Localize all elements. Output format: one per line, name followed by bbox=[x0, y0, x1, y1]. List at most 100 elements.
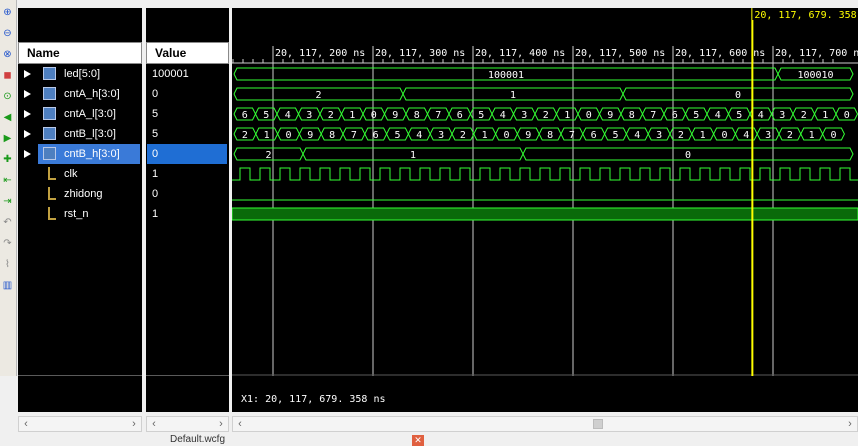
scroll-right-icon[interactable]: › bbox=[127, 417, 141, 431]
previous-marker-icon[interactable]: ⇤ bbox=[1, 174, 14, 187]
bus-signal-icon bbox=[43, 67, 56, 80]
bus-value-label: 1 bbox=[482, 130, 488, 141]
bus-value-label: 3 bbox=[765, 130, 771, 141]
name-panel-divider bbox=[18, 375, 142, 376]
next-edge-icon[interactable]: ▶ bbox=[1, 132, 14, 145]
zoom-full-icon[interactable]: ◼ bbox=[1, 69, 14, 82]
signal-value: 5 bbox=[152, 108, 159, 120]
bus-value-label: 4 bbox=[715, 110, 721, 121]
waveform-view[interactable]: 20, 117, 200 ns 20, 117, 300 ns 20, 117, 4… bbox=[231, 8, 858, 412]
signal-row[interactable]: cntB_l[3:0] bbox=[18, 124, 142, 144]
bit-signal-icon bbox=[48, 207, 56, 220]
signal-name: zhidong bbox=[64, 188, 103, 200]
value-row[interactable]: 0 bbox=[146, 144, 229, 164]
cursor-readout: X1: 20, 117, 679. 358 ns bbox=[241, 394, 386, 405]
bus-value-label: 2 bbox=[787, 130, 793, 141]
tick-label: 20, 117, 500 ns bbox=[575, 48, 665, 59]
go-to-cursor-icon[interactable]: ⊙ bbox=[1, 90, 14, 103]
waveform-canvas[interactable]: 20, 117, 200 ns 20, 117, 300 ns 20, 117, 4… bbox=[231, 8, 858, 412]
bus-value-label: 5 bbox=[263, 110, 269, 121]
bus-value-label: 4 bbox=[743, 130, 749, 141]
scroll-right-icon[interactable]: › bbox=[843, 417, 857, 431]
bus-value-label: 7 bbox=[351, 130, 357, 141]
swap-cursors-icon[interactable]: ↶ bbox=[1, 216, 14, 229]
previous-edge-icon[interactable]: ◀ bbox=[1, 111, 14, 124]
bus-value-label: 5 bbox=[736, 110, 742, 121]
waveform-scrollbar[interactable]: ‹ › bbox=[232, 416, 858, 432]
signal-value: 0 bbox=[152, 188, 159, 200]
expand-arrow-icon[interactable] bbox=[24, 150, 31, 158]
scroll-left-icon[interactable]: ‹ bbox=[19, 417, 33, 431]
signal-value: 5 bbox=[152, 128, 159, 140]
bus-value-label: 6 bbox=[242, 110, 248, 121]
expand-arrow-icon[interactable] bbox=[24, 130, 31, 138]
tick-label: 20, 117, 400 ns bbox=[475, 48, 565, 59]
bus-value-label: 9 bbox=[307, 130, 313, 141]
add-marker-icon[interactable]: ✚ bbox=[1, 153, 14, 166]
bus-value-label: 8 bbox=[414, 110, 420, 121]
bus-value-label: 1 bbox=[700, 130, 706, 141]
value-panel-scrollbar[interactable]: ‹ › bbox=[146, 416, 229, 432]
signal-row[interactable]: led[5:0] bbox=[18, 64, 142, 84]
bus-value-label: 2 bbox=[265, 150, 271, 161]
bus-value-label: 0 bbox=[844, 110, 850, 121]
value-row[interactable]: 0 bbox=[146, 184, 229, 204]
expand-arrow-icon[interactable] bbox=[24, 70, 31, 78]
next-marker-icon[interactable]: ⇥ bbox=[1, 195, 14, 208]
signal-row[interactable]: cntA_l[3:0] bbox=[18, 104, 142, 124]
bus-value-label: 6 bbox=[591, 130, 597, 141]
bus-value-label: 0 bbox=[721, 130, 727, 141]
bus-value-label: 6 bbox=[672, 110, 678, 121]
name-panel-scrollbar[interactable]: ‹ › bbox=[18, 416, 142, 432]
bus-value-label: 0 bbox=[735, 90, 741, 101]
signal-name-panel: Name led[5:0] cntA_h[3:0] cntA_l[3:0] cntB_… bbox=[18, 8, 142, 412]
scroll-right-icon[interactable]: › bbox=[214, 417, 228, 431]
expand-arrow-icon[interactable] bbox=[24, 90, 31, 98]
bus-value-label: 2 bbox=[328, 110, 334, 121]
signal-name: led[5:0] bbox=[64, 68, 101, 80]
expand-arrow-icon[interactable] bbox=[24, 110, 31, 118]
close-icon[interactable]: ✕ bbox=[412, 435, 424, 446]
value-row[interactable]: 5 bbox=[146, 104, 229, 124]
bus-value-label: 0 bbox=[503, 130, 509, 141]
tick-label: 20, 117, 200 ns bbox=[275, 48, 365, 59]
bus-value-label: 4 bbox=[416, 130, 422, 141]
tick-label: 20, 117, 300 ns bbox=[375, 48, 465, 59]
group-icon[interactable]: ▥ bbox=[1, 279, 14, 292]
wcfg-tab-label[interactable]: Default.wcfg bbox=[170, 434, 225, 445]
signal-row[interactable]: cntB_h[3:0] bbox=[18, 144, 142, 164]
bus-value-label: 7 bbox=[569, 130, 575, 141]
signal-value: 1 bbox=[152, 168, 159, 180]
zoom-fit-icon[interactable]: ⊗ bbox=[1, 48, 14, 61]
bus-signal-icon bbox=[43, 127, 56, 140]
value-row[interactable]: 100001 bbox=[146, 64, 229, 84]
bus-signal-icon bbox=[43, 107, 56, 120]
scroll-left-icon[interactable]: ‹ bbox=[233, 417, 247, 431]
signal-value: 0 bbox=[152, 148, 159, 160]
scrollbar-thumb[interactable] bbox=[593, 419, 603, 429]
name-column-header[interactable]: Name bbox=[18, 42, 142, 64]
bus-value-label: 2 bbox=[315, 90, 321, 101]
value-column-header[interactable]: Value bbox=[146, 42, 229, 64]
zoom-in-icon[interactable]: ⊕ bbox=[1, 6, 14, 19]
scroll-left-icon[interactable]: ‹ bbox=[147, 417, 161, 431]
bus-value-label: 1 bbox=[510, 90, 516, 101]
bus-value-label: 7 bbox=[650, 110, 656, 121]
value-row[interactable]: 1 bbox=[146, 204, 229, 224]
snap-icon[interactable]: ⌇ bbox=[1, 258, 14, 271]
value-row[interactable]: 1 bbox=[146, 164, 229, 184]
signal-row[interactable]: rst_n bbox=[18, 204, 142, 224]
status-bar: Default.wcfg ✕ bbox=[0, 434, 858, 446]
value-row[interactable]: 5 bbox=[146, 124, 229, 144]
value-row[interactable]: 0 bbox=[146, 84, 229, 104]
bus-value-label: 5 bbox=[693, 110, 699, 121]
signal-row[interactable]: cntA_h[3:0] bbox=[18, 84, 142, 104]
zoom-out-icon[interactable]: ⊖ bbox=[1, 27, 14, 40]
cut-icon[interactable]: ↷ bbox=[1, 237, 14, 250]
bus-value-label: 2 bbox=[678, 130, 684, 141]
signal-row[interactable]: zhidong bbox=[18, 184, 142, 204]
waveform-toolbar: ⊕ ⊖ ⊗ ◼ ⊙ ◀ ▶ ✚ ⇤ ⇥ ↶ ↷ ⌇ ▥ bbox=[0, 0, 17, 376]
signal-row[interactable]: clk bbox=[18, 164, 142, 184]
clk-waveform bbox=[232, 167, 858, 181]
bus-value-label: 0 bbox=[371, 110, 377, 121]
